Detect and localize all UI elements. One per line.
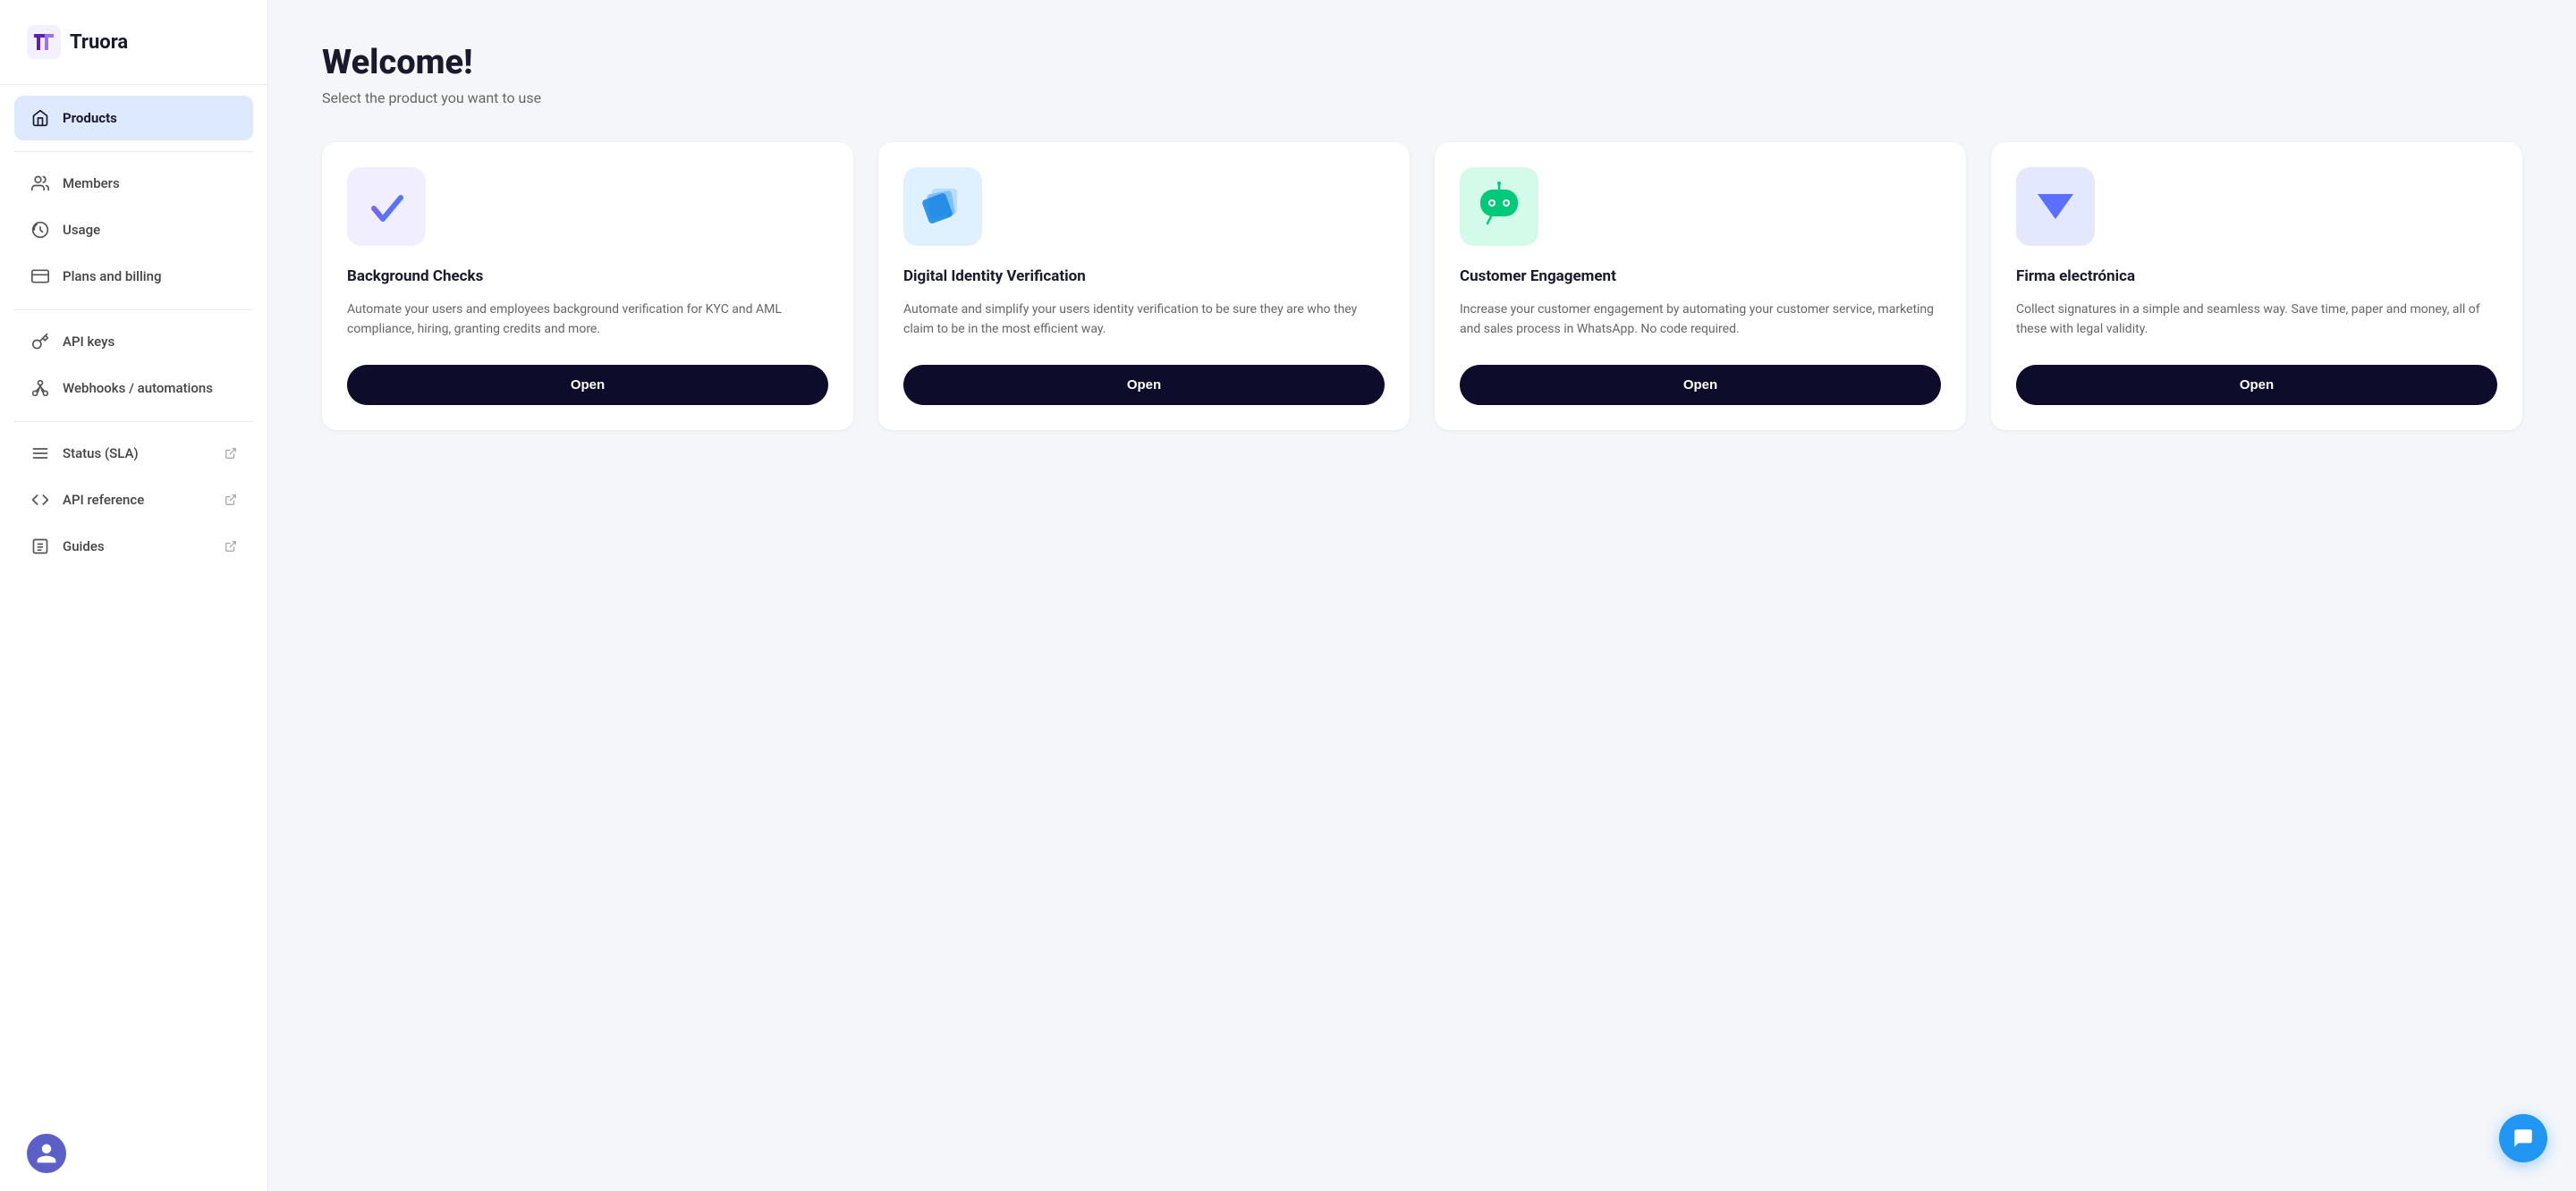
webhook-icon <box>30 378 50 398</box>
sidebar-item-members-label: Members <box>63 175 120 191</box>
sidebar-item-webhooks[interactable]: Webhooks / automations <box>14 366 253 410</box>
card-icon <box>30 266 50 286</box>
page-subtitle: Select the product you want to use <box>322 89 2522 106</box>
sidebar-top-divider <box>0 84 267 85</box>
sidebar-item-guides[interactable]: Guides <box>14 524 253 569</box>
chat-fab-button[interactable] <box>2499 1114 2547 1162</box>
background-checks-icon <box>361 182 411 232</box>
digital-identity-desc: Automate and simplify your users identit… <box>903 300 1385 340</box>
user-avatar[interactable] <box>27 1134 66 1173</box>
sidebar-item-usage[interactable]: Usage <box>14 207 253 252</box>
sidebar: Truora Products <box>0 0 268 1191</box>
sidebar-item-api-reference-label: API reference <box>63 492 144 508</box>
sidebar-item-products[interactable]: Products <box>14 96 253 140</box>
gauge-icon <box>30 220 50 240</box>
firma-electronica-icon <box>2030 182 2080 232</box>
truora-logo-icon <box>27 25 61 59</box>
sidebar-item-webhooks-label: Webhooks / automations <box>63 380 213 396</box>
sidebar-mid-divider-1 <box>14 151 253 152</box>
digital-identity-icon-wrap <box>903 167 982 246</box>
external-link-icon-guides <box>225 540 237 553</box>
firma-electronica-desc: Collect signatures in a simple and seaml… <box>2016 300 2497 340</box>
customer-engagement-icon-wrap <box>1460 167 1538 246</box>
external-link-icon-api <box>225 494 237 506</box>
sidebar-mid-divider-3 <box>14 421 253 422</box>
firma-electronica-icon-wrap <box>2016 167 2095 246</box>
customer-engagement-desc: Increase your customer engagement by aut… <box>1460 300 1941 340</box>
sidebar-item-members[interactable]: Members <box>14 161 253 206</box>
sidebar-item-guides-label: Guides <box>63 538 105 554</box>
sidebar-item-usage-label: Usage <box>63 222 100 238</box>
sidebar-bottom <box>0 1116 267 1191</box>
external-link-icon-status <box>225 447 237 460</box>
customer-engagement-name: Customer Engagement <box>1460 267 1941 285</box>
background-checks-name: Background Checks <box>347 267 828 285</box>
sidebar-item-api-reference[interactable]: API reference <box>14 477 253 522</box>
product-card-customer-engagement: Customer Engagement Increase your custom… <box>1435 142 1966 430</box>
sidebar-item-products-label: Products <box>63 110 117 126</box>
background-checks-icon-wrap <box>347 167 426 246</box>
api-reference-icon <box>30 490 50 510</box>
users-icon <box>30 173 50 193</box>
user-avatar-icon <box>35 1142 58 1165</box>
page-title: Welcome! <box>322 43 2522 82</box>
sidebar-item-api-keys[interactable]: API keys <box>14 319 253 364</box>
sidebar-nav: Products Members <box>0 96 267 1116</box>
product-card-background-checks: Background Checks Automate your users an… <box>322 142 853 430</box>
status-icon <box>30 443 50 463</box>
logo[interactable]: Truora <box>0 0 267 84</box>
digital-identity-icon <box>916 180 970 233</box>
background-checks-desc: Automate your users and employees backgr… <box>347 300 828 340</box>
guides-icon <box>30 536 50 556</box>
main-content: Welcome! Select the product you want to … <box>268 0 2576 1191</box>
chat-fab-icon <box>2512 1127 2535 1150</box>
key-icon <box>30 332 50 351</box>
logo-text: Truora <box>70 31 128 54</box>
digital-identity-name: Digital Identity Verification <box>903 267 1385 285</box>
firma-electronica-open-button[interactable]: Open <box>2016 365 2497 405</box>
sidebar-item-status[interactable]: Status (SLA) <box>14 431 253 476</box>
background-checks-open-button[interactable]: Open <box>347 365 828 405</box>
sidebar-item-api-keys-label: API keys <box>63 334 114 350</box>
product-card-firma-electronica: Firma electrónica Collect signatures in … <box>1991 142 2522 430</box>
customer-engagement-icon <box>1473 181 1525 232</box>
sidebar-item-plans-billing[interactable]: Plans and billing <box>14 254 253 299</box>
digital-identity-open-button[interactable]: Open <box>903 365 1385 405</box>
sidebar-mid-divider-2 <box>14 309 253 310</box>
sidebar-item-status-label: Status (SLA) <box>63 445 139 461</box>
products-grid: Background Checks Automate your users an… <box>322 142 2522 430</box>
firma-electronica-name: Firma electrónica <box>2016 267 2497 285</box>
customer-engagement-open-button[interactable]: Open <box>1460 365 1941 405</box>
product-card-digital-identity: Digital Identity Verification Automate a… <box>878 142 1410 430</box>
sidebar-item-plans-billing-label: Plans and billing <box>63 268 161 284</box>
home-icon <box>30 108 50 128</box>
